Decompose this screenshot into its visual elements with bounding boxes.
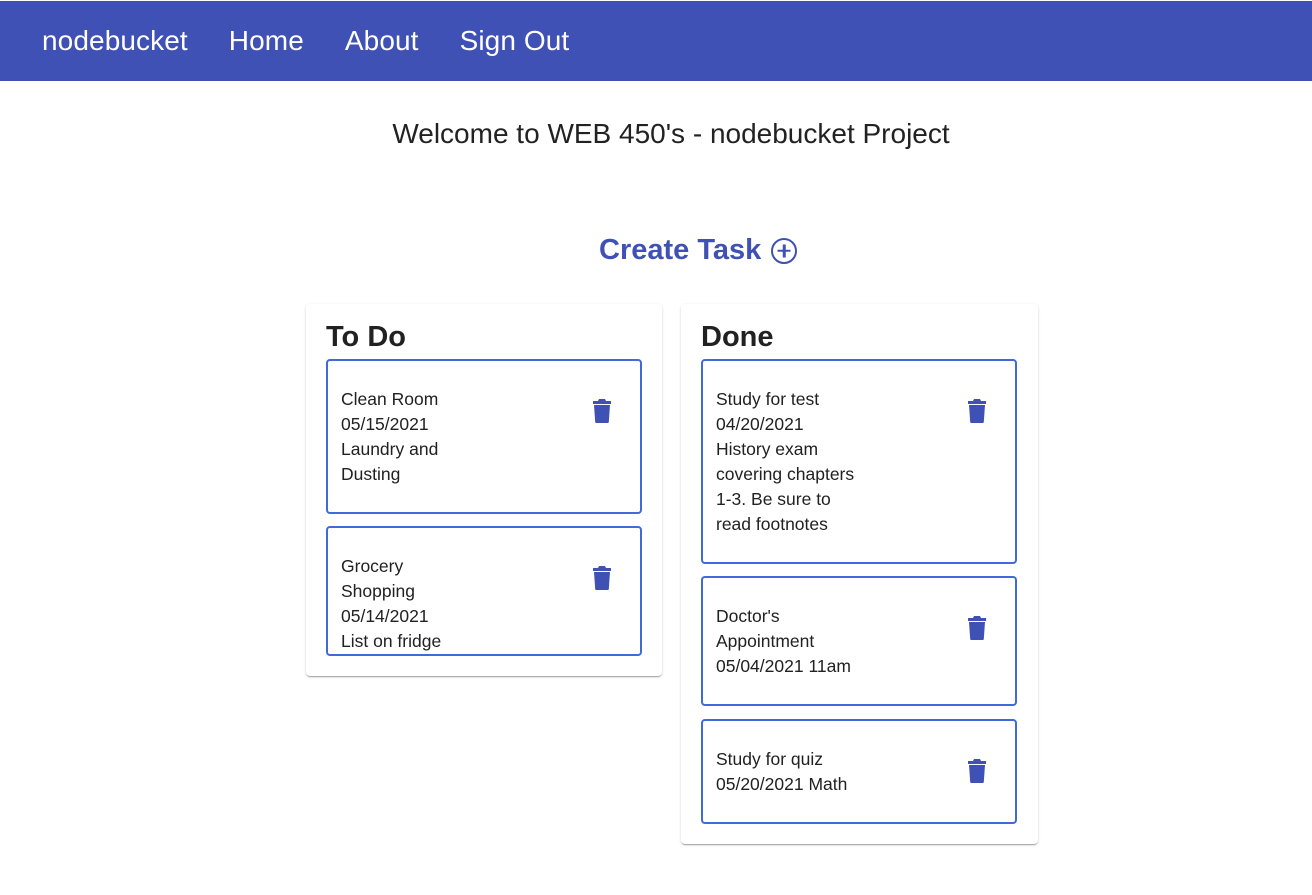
task-line: 1-3. Be sure to xyxy=(716,489,831,509)
done-column-title: Done xyxy=(701,321,774,353)
nav-home-link[interactable]: Home xyxy=(229,25,304,57)
task-card-text: Study for test 04/20/2021 History exam c… xyxy=(716,387,856,537)
task-card-text: Doctor's Appointment 05/04/2021 11am xyxy=(716,604,856,679)
create-task-button[interactable]: Create Task xyxy=(599,234,798,267)
todo-column-title: To Do xyxy=(326,321,406,353)
task-line: 05/04/2021 11am xyxy=(716,656,851,676)
done-column: Done Study for test 04/20/2021 History e… xyxy=(681,304,1038,844)
task-line: History exam xyxy=(716,439,819,459)
task-line: Appointment xyxy=(716,631,815,651)
add-circle-outline-icon xyxy=(771,237,798,264)
task-line: Grocery Shopping xyxy=(341,556,415,601)
task-line: Laundry and xyxy=(341,439,439,459)
task-line: Study for test xyxy=(716,389,820,409)
delete-task-icon[interactable] xyxy=(968,616,986,640)
task-line: List on fridge xyxy=(341,631,442,651)
task-line: 05/20/2021 Math xyxy=(716,774,848,794)
task-line: Doctor's xyxy=(716,606,780,626)
delete-task-icon[interactable] xyxy=(593,566,611,590)
page-title: Welcome to WEB 450's - nodebucket Projec… xyxy=(392,118,950,149)
todo-column: To Do Clean Room 05/15/2021 Laundry and … xyxy=(306,304,662,676)
brand-link[interactable]: nodebucket xyxy=(42,25,188,57)
task-line: 04/20/2021 xyxy=(716,414,804,434)
task-card[interactable]: Study for test 04/20/2021 History exam c… xyxy=(701,359,1017,564)
task-card[interactable]: Grocery Shopping 05/14/2021 List on frid… xyxy=(326,526,642,656)
task-line: Dusting xyxy=(341,464,401,484)
task-card[interactable]: Study for quiz 05/20/2021 Math xyxy=(701,719,1017,824)
create-task-label: Create Task xyxy=(599,234,762,266)
delete-task-icon[interactable] xyxy=(968,399,986,423)
task-card-text: Study for quiz 05/20/2021 Math xyxy=(716,747,856,797)
task-card[interactable]: Doctor's Appointment 05/04/2021 11am xyxy=(701,576,1017,706)
task-line: Study for quiz xyxy=(716,749,823,769)
task-card-text: Clean Room 05/15/2021 Laundry and Dustin… xyxy=(341,387,481,487)
task-line: 05/14/2021 xyxy=(341,606,429,626)
task-line: 05/15/2021 xyxy=(341,414,429,434)
nav-about-link[interactable]: About xyxy=(345,25,419,57)
top-toolbar: nodebucket Home About Sign Out xyxy=(0,1,1312,81)
delete-task-icon[interactable] xyxy=(593,399,611,423)
task-line: covering chapters xyxy=(716,464,855,484)
task-line: read footnotes xyxy=(716,514,828,534)
task-line: Clean Room xyxy=(341,389,439,409)
task-card[interactable]: Clean Room 05/15/2021 Laundry and Dustin… xyxy=(326,359,642,514)
task-card-text: Grocery Shopping 05/14/2021 List on frid… xyxy=(341,554,481,654)
nav-sign-out-link[interactable]: Sign Out xyxy=(460,25,570,57)
delete-task-icon[interactable] xyxy=(968,759,986,783)
